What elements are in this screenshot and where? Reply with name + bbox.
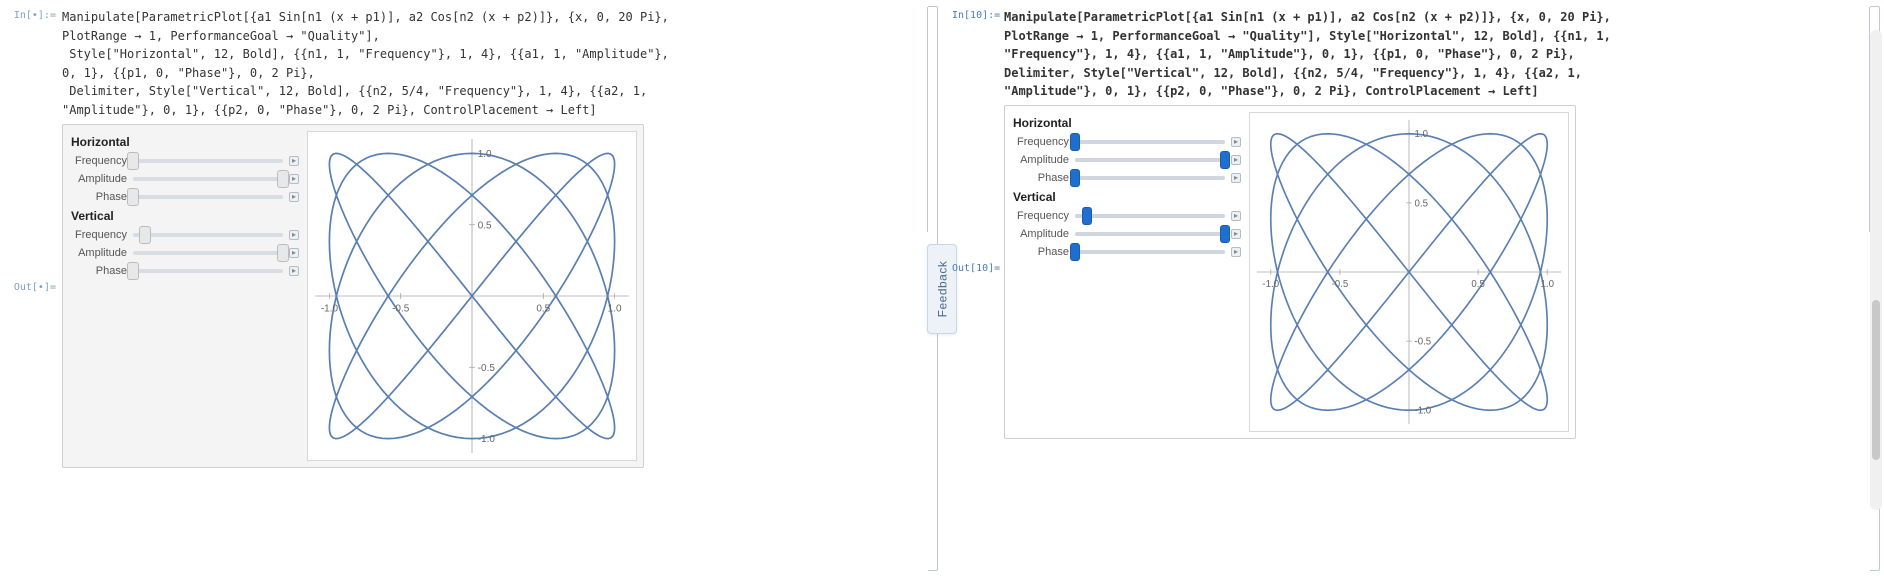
slider-thumb[interactable] [1082,207,1092,225]
slider-thumb[interactable] [127,188,139,206]
slider-thumb[interactable] [127,152,139,170]
slider-track[interactable] [1075,140,1225,144]
output-cell: Out[10]= ⊗ HorizontalFrequency▸Amplitude… [952,105,1874,439]
slider-track[interactable] [1075,176,1225,180]
slider-expand-icon[interactable]: ▸ [289,156,299,166]
slider-track[interactable] [133,233,283,237]
svg-text:-0.5: -0.5 [478,362,496,373]
slider-thumb[interactable] [127,262,139,280]
slider-label: Amplitude [1011,154,1069,166]
slider-expand-icon[interactable]: ▸ [1231,173,1241,183]
slider-expand-icon[interactable]: ▸ [289,174,299,184]
svg-text:0.5: 0.5 [536,303,550,314]
svg-text:-1.0: -1.0 [321,303,339,314]
svg-text:1.0: 1.0 [1541,279,1554,290]
slider-label: Amplitude [69,173,127,185]
manipulate-panel: ⊗ HorizontalFrequency▸Amplitude▸Phase▸Ve… [62,124,644,468]
slider-expand-icon[interactable]: ▸ [289,192,299,202]
slider-expand-icon[interactable]: ▸ [1231,155,1241,165]
svg-text:-1.0: -1.0 [1415,406,1432,417]
slider-track[interactable] [133,269,283,273]
slider-row: Frequency ▸ [69,229,299,241]
slider-expand-icon[interactable]: ▸ [1231,247,1241,257]
slider-thumb[interactable] [139,226,151,244]
controls-column: Horizontal Frequency ▸ Amplitude ▸ Phase ▸ Vert… [1011,112,1241,432]
slider-row: Frequency ▸ [69,155,299,167]
svg-text:1.0: 1.0 [478,149,492,160]
scroll-thumb[interactable] [1872,300,1880,460]
slider-label: Frequency [1011,210,1069,222]
svg-text:1.0: 1.0 [1415,129,1428,140]
slider-row: Phase ▸ [69,265,299,277]
slider-label: Phase [69,265,127,277]
slider-row: Frequency ▸ [1011,210,1241,222]
manipulate-panel: ⊗ HorizontalFrequency▸Amplitude▸Phase▸Ve… [1004,105,1576,439]
scrollbar[interactable] [1870,30,1882,510]
slider-expand-icon[interactable]: ▸ [289,266,299,276]
svg-text:0.5: 0.5 [1415,198,1428,209]
slider-row: Phase ▸ [1011,172,1241,184]
out-label: Out[10]= [952,261,998,274]
slider-row: Amplitude ▸ [1011,154,1241,166]
slider-track[interactable] [1075,214,1225,218]
slider-expand-icon[interactable]: ▸ [289,248,299,258]
output-cell: Out[•]= ⊗ HorizontalFrequency▸Amplitude▸… [10,124,932,468]
input-cell: In[•]:= Manipulate[ParametricPlot[{a1 Si… [10,8,932,120]
lissajous-plot: -1.0 -0.5 0.5 1.0 -1.0 -0.5 0.5 1.0 [307,131,637,461]
slider-track[interactable] [133,177,283,181]
svg-text:-0.5: -0.5 [392,303,410,314]
group-title: Horizontal [71,135,299,149]
slider-track[interactable] [1075,250,1225,254]
slider-row: Amplitude ▸ [1011,228,1241,240]
slider-expand-icon[interactable]: ▸ [1231,229,1241,239]
slider-label: Frequency [69,155,127,167]
slider-row: Phase ▸ [69,191,299,203]
slider-thumb[interactable] [277,244,289,262]
slider-thumb[interactable] [1070,169,1080,187]
out-label: Out[•]= [10,280,56,293]
slider-row: Amplitude ▸ [69,247,299,259]
slider-track[interactable] [1075,158,1225,162]
slider-thumb[interactable] [1070,133,1080,151]
slider-track[interactable] [133,251,283,255]
slider-label: Phase [69,191,127,203]
slider-label: Frequency [69,229,127,241]
svg-text:-0.5: -0.5 [1332,279,1349,290]
slider-row: Phase ▸ [1011,246,1241,258]
slider-label: Frequency [1011,136,1069,148]
svg-text:0.5: 0.5 [478,220,492,231]
slider-row: Amplitude ▸ [69,173,299,185]
slider-thumb[interactable] [277,170,289,188]
slider-label: Amplitude [1011,228,1069,240]
svg-text:-1.0: -1.0 [1262,279,1279,290]
lissajous-plot: -1.0 -0.5 0.5 1.0 -1.0 -0.5 0.5 1.0 [1249,112,1569,432]
input-cell: In[10]:= Manipulate[ParametricPlot[{a1 S… [952,8,1874,101]
group-title: Horizontal [1013,116,1241,130]
slider-expand-icon[interactable]: ▸ [1231,137,1241,147]
slider-thumb[interactable] [1220,151,1230,169]
slider-track[interactable] [133,195,283,199]
svg-text:1.0: 1.0 [608,303,622,314]
input-code[interactable]: Manipulate[ParametricPlot[{a1 Sin[n1 (x … [1004,8,1624,101]
slider-label: Phase [1011,172,1069,184]
svg-text:0.5: 0.5 [1471,279,1484,290]
slider-thumb[interactable] [1070,243,1080,261]
slider-track[interactable] [1075,232,1225,236]
svg-text:-0.5: -0.5 [1415,337,1432,348]
in-label: In[10]:= [952,8,998,21]
group-title: Vertical [71,209,299,223]
controls-column: Horizontal Frequency ▸ Amplitude ▸ Phase ▸ Vert… [69,131,299,461]
input-code[interactable]: Manipulate[ParametricPlot[{a1 Sin[n1 (x … [62,8,682,120]
slider-thumb[interactable] [1220,225,1230,243]
svg-text:-1.0: -1.0 [478,434,496,445]
slider-row: Frequency ▸ [1011,136,1241,148]
slider-track[interactable] [133,159,283,163]
group-title: Vertical [1013,190,1241,204]
slider-label: Phase [1011,246,1069,258]
slider-expand-icon[interactable]: ▸ [1231,211,1241,221]
in-label: In[•]:= [10,8,56,21]
slider-label: Amplitude [69,247,127,259]
slider-expand-icon[interactable]: ▸ [289,230,299,240]
